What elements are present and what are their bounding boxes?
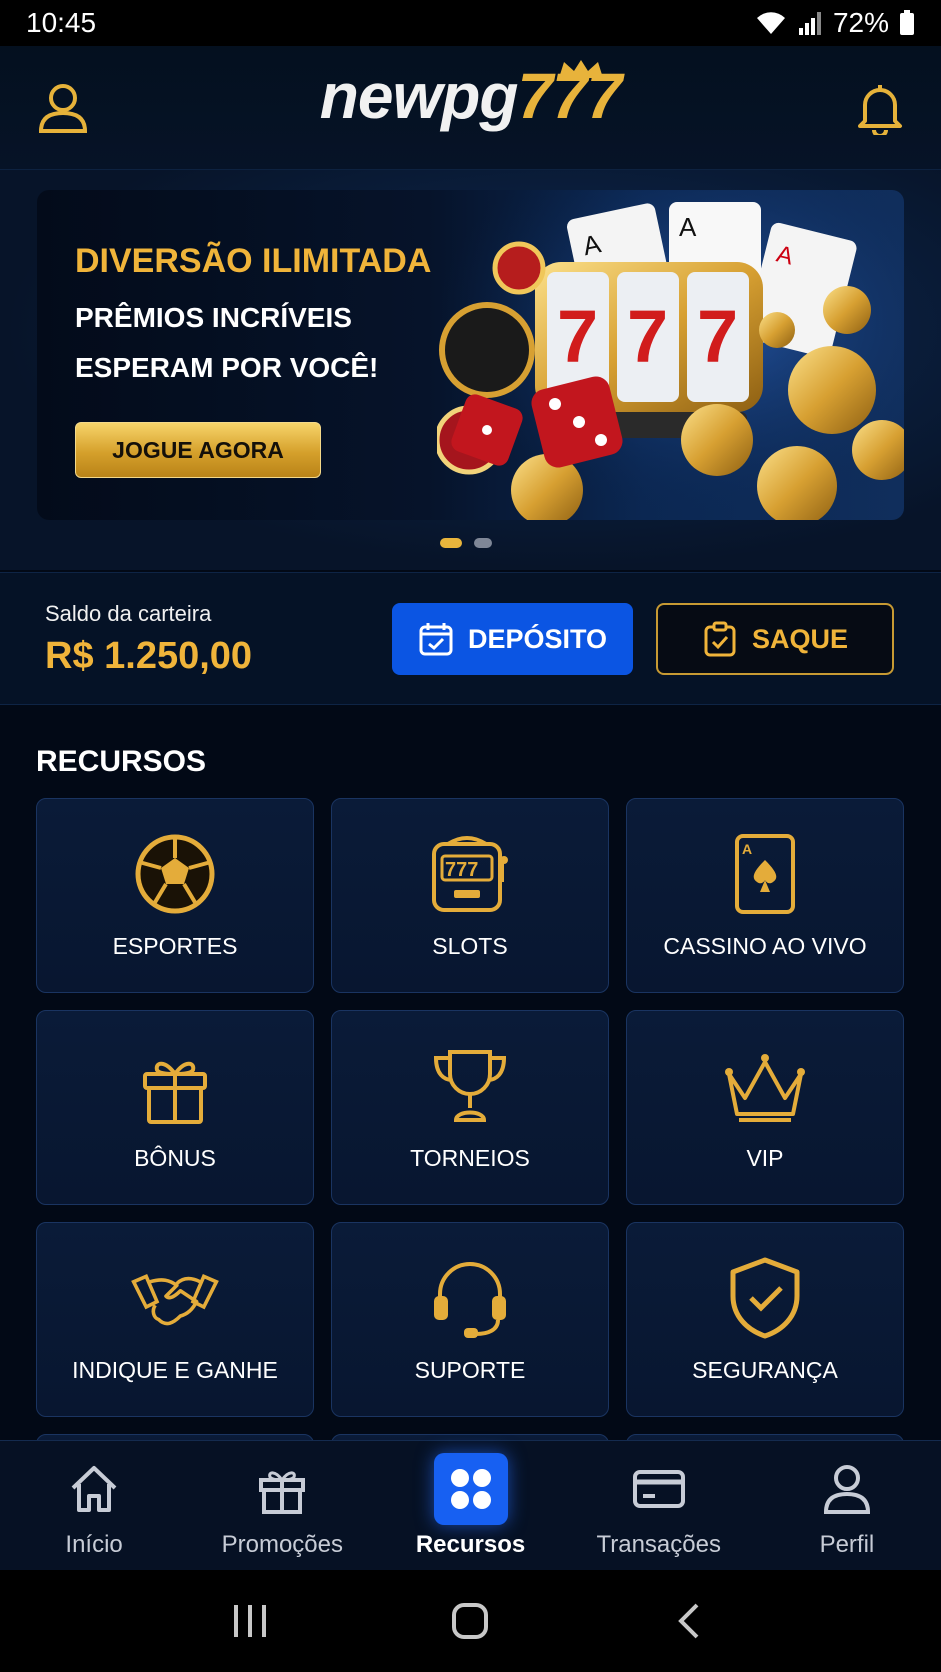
banner-subtitle-2: ESPERAM POR VOCÊ! — [75, 352, 379, 383]
wifi-icon — [756, 12, 785, 34]
person-icon — [823, 1465, 870, 1514]
playing-card-icon: A — [735, 834, 795, 914]
calendar-check-icon — [419, 623, 453, 656]
resource-label: TORNEIOS — [410, 1145, 530, 1171]
resource-card-seguranca[interactable]: SEGURANÇA — [626, 1222, 904, 1417]
grid-icon — [450, 1469, 491, 1509]
battery-icon — [900, 10, 914, 35]
reel-digit-1: 7 — [557, 295, 598, 378]
resource-label: SLOTS — [432, 933, 508, 959]
resource-card-slots[interactable]: 777 SLOTS — [331, 798, 609, 993]
clipboard-check-icon — [704, 621, 736, 657]
banner-title: DIVERSÃO ILIMITADA — [75, 242, 432, 280]
recent-apps-icon — [234, 1605, 267, 1637]
resource-card-suporte[interactable]: SUPORTE — [331, 1222, 609, 1417]
status-icons: 72% — [755, 7, 915, 39]
resource-label: SUPORTE — [414, 1357, 526, 1383]
home-button[interactable] — [430, 1591, 510, 1651]
deposit-button[interactable]: DEPÓSITO — [392, 603, 633, 675]
logo-crown-icon — [558, 60, 603, 78]
carousel-indicators — [440, 538, 492, 548]
wallet-balance: R$ 1.250,00 — [45, 635, 253, 677]
banner-subtitle-1: PRÊMIOS INCRÍVEIS — [75, 302, 352, 333]
reel-digit-3: 7 — [697, 295, 738, 378]
promo-carousel: DIVERSÃO ILIMITADA PRÊMIOS INCRÍVEIS ESP… — [0, 170, 941, 570]
resource-label: SEGURANÇA — [692, 1357, 838, 1383]
deposit-label: DEPÓSITO — [467, 623, 608, 654]
recent-apps-button[interactable] — [210, 1591, 290, 1651]
svg-text:777: 777 — [445, 859, 478, 881]
app-header: newpg777 — [0, 46, 941, 170]
shield-check-icon — [730, 1257, 800, 1339]
resource-card-indique-e-ganhe[interactable]: INDIQUE E GANHE — [36, 1222, 314, 1417]
withdraw-button[interactable]: SAQUE — [656, 603, 894, 675]
logo-text-main: newpg — [319, 60, 519, 132]
carousel-dot-active[interactable] — [440, 538, 462, 548]
crown-icon — [725, 1054, 805, 1122]
bottom-navigation: Início Promoções Recursos Transações Per… — [0, 1440, 941, 1570]
resource-card-bonus[interactable]: BÔNUS — [36, 1010, 314, 1205]
headset-icon — [434, 1262, 506, 1338]
battery-percent: 72% — [832, 7, 889, 38]
soccer-ball-icon — [135, 834, 215, 914]
resource-label: INDIQUE E GANHE — [72, 1357, 278, 1383]
back-chevron-icon — [677, 1603, 699, 1639]
play-now-button[interactable]: JOGUE AGORA — [75, 422, 321, 478]
wallet-panel: Saldo da carteira R$ 1.250,00 DEPÓSITO S… — [0, 572, 941, 705]
casino-slot-illustration: A A A 7 7 7 — [437, 190, 904, 520]
card-icon — [632, 1470, 685, 1508]
user-icon[interactable] — [36, 81, 90, 135]
resource-label: BÔNUS — [134, 1145, 216, 1171]
resource-card-vip[interactable]: VIP — [626, 1010, 904, 1205]
clock: 10:45 — [26, 7, 97, 38]
nav-label: Perfil — [819, 1531, 875, 1558]
resource-label: VIP — [746, 1145, 784, 1171]
home-circle-icon — [452, 1603, 489, 1639]
slot-machine-icon: 777 — [432, 836, 508, 912]
nav-label: Recursos — [415, 1531, 526, 1558]
resource-label: ESPORTES — [112, 933, 238, 959]
home-icon — [71, 1466, 117, 1512]
gift-icon — [143, 1061, 207, 1124]
svg-text:A: A — [742, 841, 752, 857]
bell-icon[interactable] — [855, 81, 905, 135]
reel-digit-2: 7 — [627, 295, 668, 378]
handshake-icon — [131, 1274, 219, 1326]
promo-banner[interactable]: DIVERSÃO ILIMITADA PRÊMIOS INCRÍVEIS ESP… — [37, 190, 904, 520]
nav-label: Transações — [596, 1531, 721, 1558]
resource-label: CASSINO AO VIVO — [663, 933, 867, 959]
resource-card-esportes[interactable]: ESPORTES — [36, 798, 314, 993]
nav-item-recursos[interactable]: Recursos — [376, 1441, 564, 1570]
nav-label: Início — [65, 1531, 123, 1558]
nav-item-promocoes[interactable]: Promoções — [188, 1441, 376, 1570]
svg-text:A: A — [679, 212, 697, 242]
signal-icon — [798, 12, 821, 35]
system-navigation — [0, 1570, 941, 1672]
nav-label: Promoções — [221, 1531, 343, 1558]
gift-icon — [259, 1471, 306, 1514]
resource-card-cassino-ao-vivo[interactable]: A CASSINO AO VIVO — [626, 798, 904, 993]
withdraw-label: SAQUE — [751, 623, 849, 654]
trophy-icon — [433, 1050, 507, 1122]
wallet-label: Saldo da carteira — [45, 601, 212, 626]
resource-card-torneios[interactable]: TORNEIOS — [331, 1010, 609, 1205]
section-title: RECURSOS — [36, 745, 207, 778]
nav-item-inicio[interactable]: Início — [0, 1441, 188, 1570]
nav-item-transacoes[interactable]: Transações — [565, 1441, 753, 1570]
status-bar: 10:45 72% — [0, 0, 941, 46]
back-button[interactable] — [651, 1591, 731, 1651]
nav-item-perfil[interactable]: Perfil — [753, 1441, 941, 1570]
carousel-dot[interactable] — [474, 538, 492, 548]
